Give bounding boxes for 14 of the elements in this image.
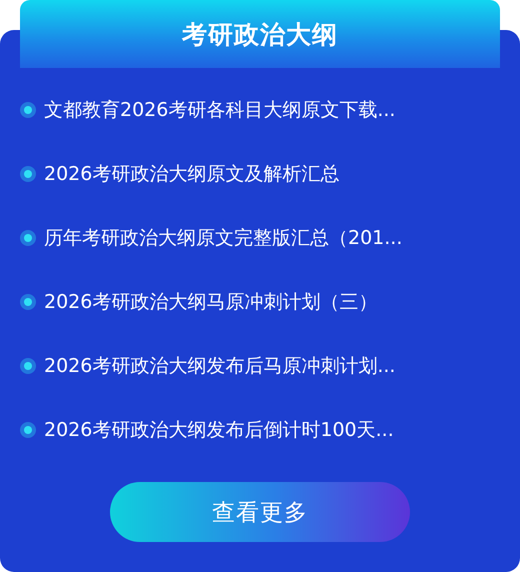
article-link[interactable]: 历年考研政治大纲原文完整版汇总（201... <box>44 225 402 251</box>
article-link[interactable]: 2026考研政治大纲发布后马原冲刺计划... <box>44 353 396 379</box>
article-link[interactable]: 2026考研政治大纲马原冲刺计划（三） <box>44 289 378 315</box>
bullet-icon <box>24 298 32 306</box>
article-link[interactable]: 2026考研政治大纲发布后倒计时100天... <box>44 417 394 443</box>
bullet-icon <box>24 106 32 114</box>
header-title: 考研政治大纲 <box>20 0 500 68</box>
bullet-icon <box>24 426 32 434</box>
bullet-icon <box>24 170 32 178</box>
bullet-icon <box>24 234 32 242</box>
article-link[interactable]: 2026考研政治大纲原文及解析汇总 <box>44 161 340 187</box>
article-link[interactable]: 文都教育2026考研各科目大纲原文下载... <box>44 97 396 123</box>
more-button[interactable]: 查看更多 <box>110 482 410 542</box>
bullet-icon <box>24 362 32 370</box>
